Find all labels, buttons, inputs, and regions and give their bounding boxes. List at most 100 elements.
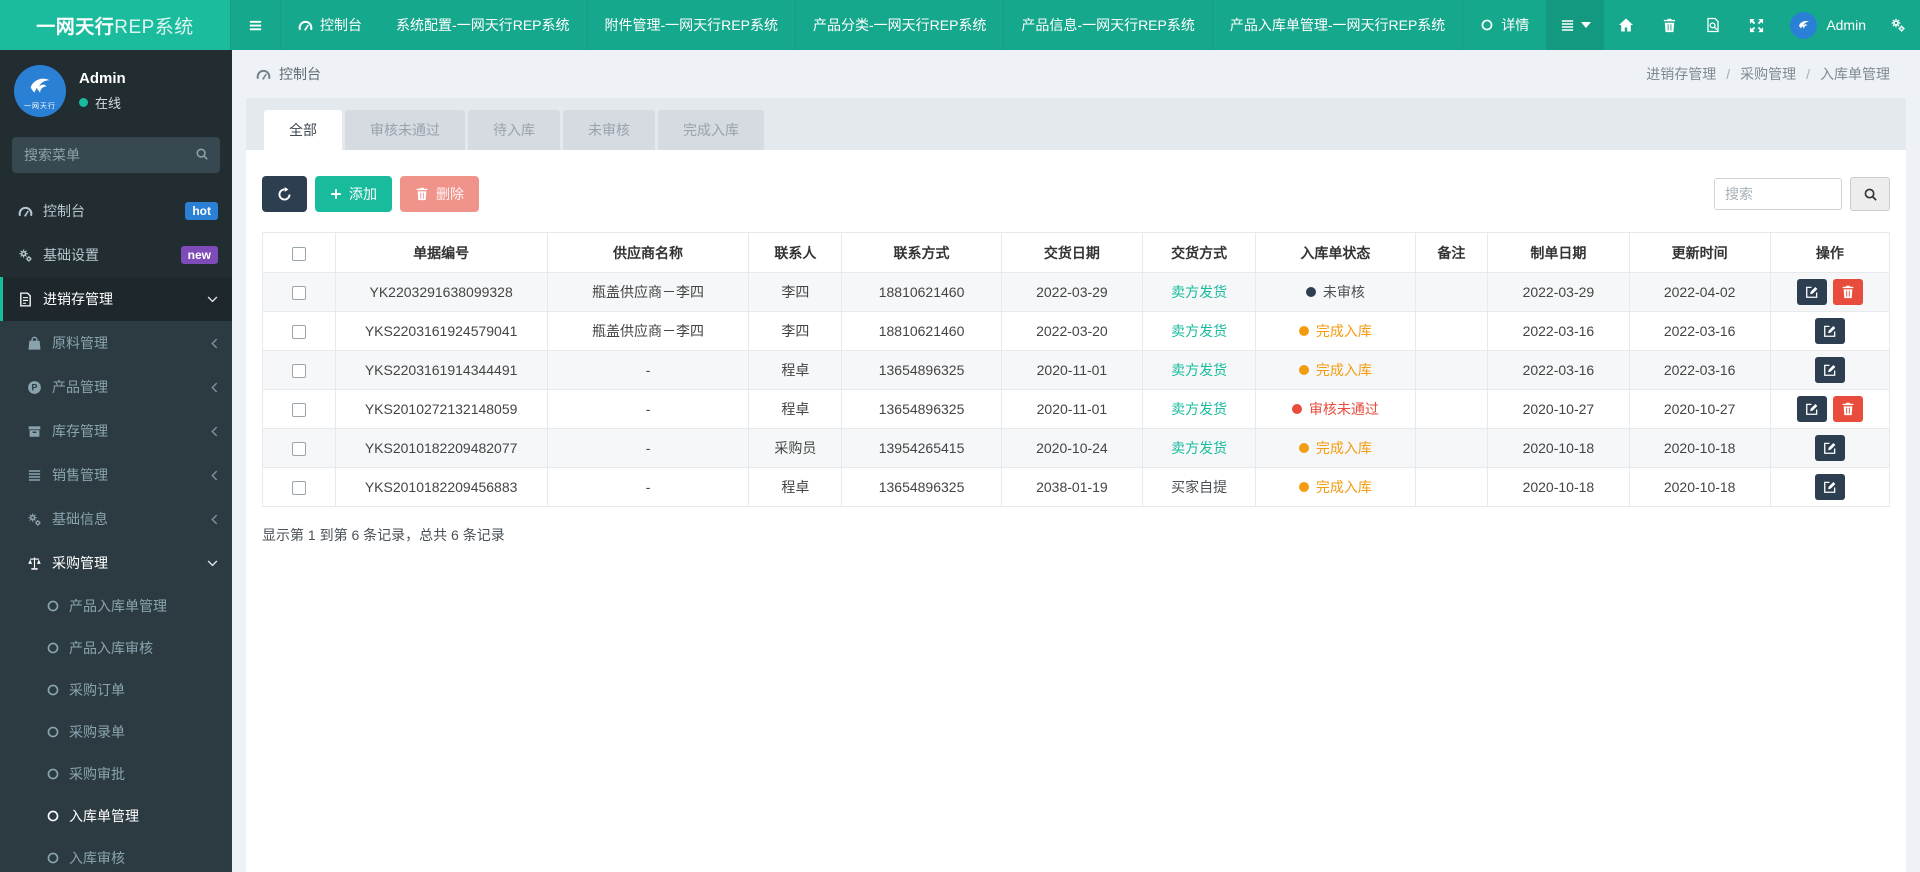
edit-row-button[interactable] — [1814, 318, 1845, 344]
filter-tab[interactable]: 审核未通过 — [345, 110, 465, 150]
sidebar-item-label: 采购订单 — [69, 682, 125, 698]
edit-row-button[interactable] — [1796, 279, 1827, 305]
topbar-username[interactable]: Admin — [1826, 17, 1866, 33]
row-checkbox[interactable] — [291, 325, 306, 340]
table-search-button[interactable] — [1850, 177, 1890, 211]
row-checkbox[interactable] — [291, 403, 306, 418]
sidebar-item[interactable]: 控制台 hot — [0, 189, 232, 233]
delete-row-button[interactable] — [1832, 279, 1863, 305]
cell-status: 完成入库 — [1255, 311, 1416, 351]
cell-updated: 2022-03-16 — [1628, 311, 1771, 351]
sidebar-item[interactable]: 采购录单 — [0, 711, 232, 753]
edit-row-button[interactable] — [1814, 474, 1845, 500]
breadcrumb-item[interactable]: 入库单管理 — [1820, 64, 1890, 84]
filter-tab[interactable]: 完成入库 — [658, 110, 764, 150]
sidebar-item[interactable]: 采购订单 — [0, 669, 232, 711]
cell-remark — [1414, 350, 1489, 390]
orders-table: 单据编号 供应商名称 联系人 联系方式 交货日期 交货方式 入库单状态 备注 制单日期 更新时间操… — [262, 232, 1891, 507]
sidebar-submenu: 产品入库单管理产品入库审核采购订单采购录单采购审批入库单管理入库审核退货单管理 — [0, 585, 232, 872]
sidebar-search-input[interactable] — [12, 137, 220, 173]
sidebar-item-label: 原料管理 — [52, 335, 108, 351]
select-all-checkbox[interactable] — [291, 246, 306, 261]
sidebar-item[interactable]: 原料管理 — [0, 321, 232, 365]
cell-status: 完成入库 — [1255, 350, 1416, 390]
sidebar-item[interactable]: 入库单管理 — [0, 795, 232, 837]
table-row: YKS2010272132148059- 程卓 13654896325 2020-11… — [262, 389, 1891, 429]
topbar-console-tab[interactable]: 控制台 — [280, 0, 379, 50]
table-row: YKS2010182209482077- 采购员 13954265415 2020-1… — [262, 428, 1891, 468]
breadcrumb-home[interactable]: 控制台 — [256, 64, 321, 84]
row-checkbox[interactable] — [291, 481, 306, 496]
cell-status: 审核未通过 — [1255, 389, 1416, 429]
row-checkbox[interactable] — [291, 364, 306, 379]
cell-supplier: - — [546, 428, 750, 468]
filter-tab[interactable]: 全部 — [264, 110, 342, 150]
sidebar-item[interactable]: 入库审核 — [0, 837, 232, 872]
search-icon[interactable] — [195, 147, 209, 161]
edit-icon — [1805, 402, 1819, 416]
filter-tab[interactable]: 未审核 — [563, 110, 655, 150]
home-icon[interactable] — [1618, 17, 1634, 33]
file-text-icon — [17, 291, 34, 307]
cell-updated: 2020-10-27 — [1628, 389, 1771, 429]
sidebar-item[interactable]: 销售管理 — [0, 453, 232, 497]
table-search-input[interactable] — [1714, 178, 1842, 210]
circle-o-icon — [46, 683, 60, 697]
sidebar-item[interactable]: 库存管理 — [0, 409, 232, 453]
sidebar-menu: 控制台 hot 基础设置 new 进销存管理原料管理 P 产品管理库存管理销售管理 基础信息采… — [0, 189, 232, 872]
column-header: 单据编号 — [334, 232, 548, 273]
cell-delivery-type: 卖方发货 — [1142, 389, 1257, 429]
edit-row-button[interactable] — [1814, 435, 1845, 461]
cell-delivery-type: 卖方发货 — [1142, 428, 1257, 468]
user-avatar[interactable] — [1790, 11, 1818, 39]
edit-row-button[interactable] — [1814, 357, 1845, 383]
topbar-tab[interactable]: 附件管理-一网天行REP系统 — [586, 0, 795, 50]
topbar-tab[interactable]: 产品信息-一网天行REP系统 — [1003, 0, 1211, 50]
sidebar-item[interactable]: 产品入库单管理 — [0, 585, 232, 627]
trash-icon[interactable] — [1662, 18, 1677, 33]
filter-tab-bar: 全部 审核未通过 待入库 未审核 完成入库 — [246, 98, 1906, 150]
status-dot — [1305, 287, 1316, 297]
sidebar-item[interactable]: P 产品管理 — [0, 365, 232, 409]
row-checkbox[interactable] — [291, 442, 306, 457]
sidebar-item[interactable]: 产品入库审核 — [0, 627, 232, 669]
fullscreen-icon[interactable] — [1749, 18, 1764, 33]
breadcrumb-home-label: 控制台 — [279, 66, 321, 82]
breadcrumb-item[interactable]: 采购管理 — [1740, 64, 1796, 84]
menu-badge: hot — [185, 201, 218, 221]
sidebar-collapse-toggle[interactable] — [230, 0, 280, 50]
sidebar-item-label: 入库审核 — [69, 850, 125, 866]
layout-toggle-button[interactable] — [1546, 0, 1605, 50]
status-dot — [1298, 482, 1309, 492]
content-card: 添加 删除 单据编号供应商名称联系人联系方式交货日期交货方式入库单状态备注制单日… — [246, 150, 1906, 872]
edit-row-button[interactable] — [1796, 396, 1827, 422]
cell-contact: 程卓 — [748, 467, 843, 507]
cell-delivery-date: 2022-03-20 — [1000, 311, 1144, 351]
add-button[interactable]: 添加 — [315, 176, 392, 212]
topbar-tab[interactable]: 系统配置-一网天行REP系统 — [379, 0, 586, 50]
sidebar-item[interactable]: 基础设置 new — [0, 233, 232, 277]
sidebar-item-label: 采购管理 — [52, 555, 108, 571]
delete-row-button[interactable] — [1832, 396, 1863, 422]
sidebar-item-label: 库存管理 — [52, 423, 108, 439]
status-badge: 完成入库 — [1298, 321, 1372, 341]
topbar-detail-tab[interactable]: 详情 — [1462, 0, 1546, 50]
breadcrumb-separator: / — [1726, 66, 1731, 82]
cell-order-no: YKS2203161914344491 — [334, 350, 548, 390]
sidebar-item[interactable]: 基础信息 — [0, 497, 232, 541]
sidebar-item[interactable]: 采购审批 — [0, 753, 232, 795]
filter-tab[interactable]: 待入库 — [468, 110, 560, 150]
topbar-tab[interactable]: 产品分类-一网天行REP系统 — [794, 0, 1003, 50]
topbar-tab[interactable]: 产品入库单管理-一网天行REP系统 — [1211, 0, 1462, 50]
row-checkbox[interactable] — [291, 286, 306, 301]
circle-o-icon — [46, 599, 60, 613]
sidebar-item[interactable]: 采购管理 — [0, 541, 232, 585]
sidebar-submenu: 原料管理 P 产品管理 库存管理 销售管理 基础信息 采购管理 产品入库单管理 产品入库审核 采购… — [0, 321, 232, 872]
gears-icon[interactable] — [1890, 17, 1906, 33]
table-row: YKS2010182209456883- 程卓 13654896325 2038-01… — [262, 467, 1891, 507]
breadcrumb-item[interactable]: 进销存管理 — [1646, 64, 1716, 84]
sidebar-item[interactable]: 进销存管理 — [0, 277, 232, 321]
refresh-button[interactable] — [262, 176, 307, 212]
document-search-icon[interactable] — [1705, 17, 1721, 33]
delete-button[interactable]: 删除 — [400, 176, 479, 212]
